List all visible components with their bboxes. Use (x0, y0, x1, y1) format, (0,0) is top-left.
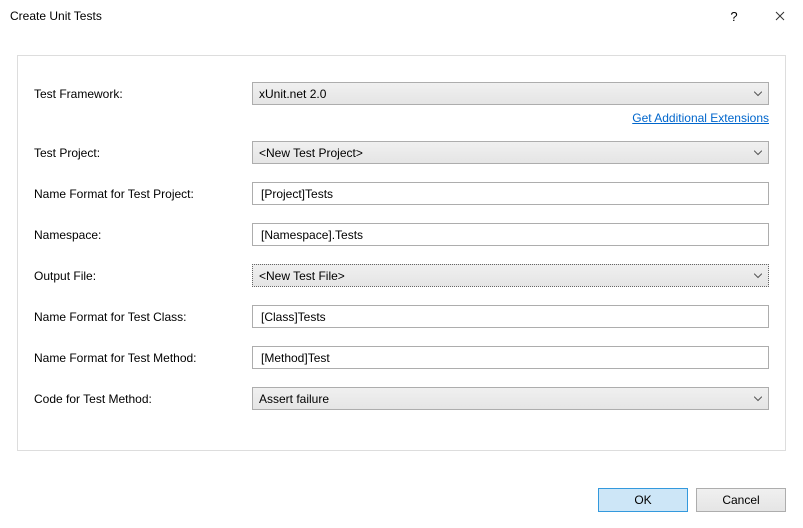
output-file-value: <New Test File> (259, 269, 345, 283)
settings-panel: Test Framework: xUnit.net 2.0 Get Additi… (17, 55, 786, 451)
close-icon (775, 9, 785, 24)
ok-button-label: OK (634, 493, 651, 507)
name-format-project-field[interactable] (259, 186, 762, 202)
get-additional-extensions-link[interactable]: Get Additional Extensions (632, 111, 769, 125)
create-unit-tests-dialog: Create Unit Tests ? Test Framework: xUni… (0, 0, 803, 528)
code-for-method-value: Assert failure (259, 392, 329, 406)
test-framework-dropdown[interactable]: xUnit.net 2.0 (252, 82, 769, 105)
label-name-format-project: Name Format for Test Project: (34, 187, 252, 201)
code-for-method-dropdown[interactable]: Assert failure (252, 387, 769, 410)
label-code-for-method: Code for Test Method: (34, 392, 252, 406)
ok-button[interactable]: OK (598, 488, 688, 512)
chevron-down-icon (754, 396, 762, 401)
label-namespace: Namespace: (34, 228, 252, 242)
dialog-footer: OK Cancel (0, 488, 803, 512)
cancel-button-label: Cancel (722, 493, 759, 507)
chevron-down-icon (754, 273, 762, 278)
label-name-format-class: Name Format for Test Class: (34, 310, 252, 324)
label-test-project: Test Project: (34, 146, 252, 160)
test-project-value: <New Test Project> (259, 146, 363, 160)
label-name-format-method: Name Format for Test Method: (34, 351, 252, 365)
test-framework-value: xUnit.net 2.0 (259, 87, 326, 101)
label-output-file: Output File: (34, 269, 252, 283)
namespace-field[interactable] (259, 227, 762, 243)
test-project-dropdown[interactable]: <New Test Project> (252, 141, 769, 164)
name-format-class-input[interactable] (252, 305, 769, 328)
titlebar: Create Unit Tests ? (0, 0, 803, 32)
cancel-button[interactable]: Cancel (696, 488, 786, 512)
output-file-dropdown[interactable]: <New Test File> (252, 264, 769, 287)
label-test-framework: Test Framework: (34, 87, 252, 101)
chevron-down-icon (754, 150, 762, 155)
name-format-method-field[interactable] (259, 350, 762, 366)
help-button[interactable]: ? (711, 0, 757, 32)
chevron-down-icon (754, 91, 762, 96)
help-icon: ? (730, 9, 737, 24)
close-button[interactable] (757, 0, 803, 32)
window-title: Create Unit Tests (10, 9, 711, 23)
namespace-input[interactable] (252, 223, 769, 246)
name-format-class-field[interactable] (259, 309, 762, 325)
name-format-project-input[interactable] (252, 182, 769, 205)
name-format-method-input[interactable] (252, 346, 769, 369)
